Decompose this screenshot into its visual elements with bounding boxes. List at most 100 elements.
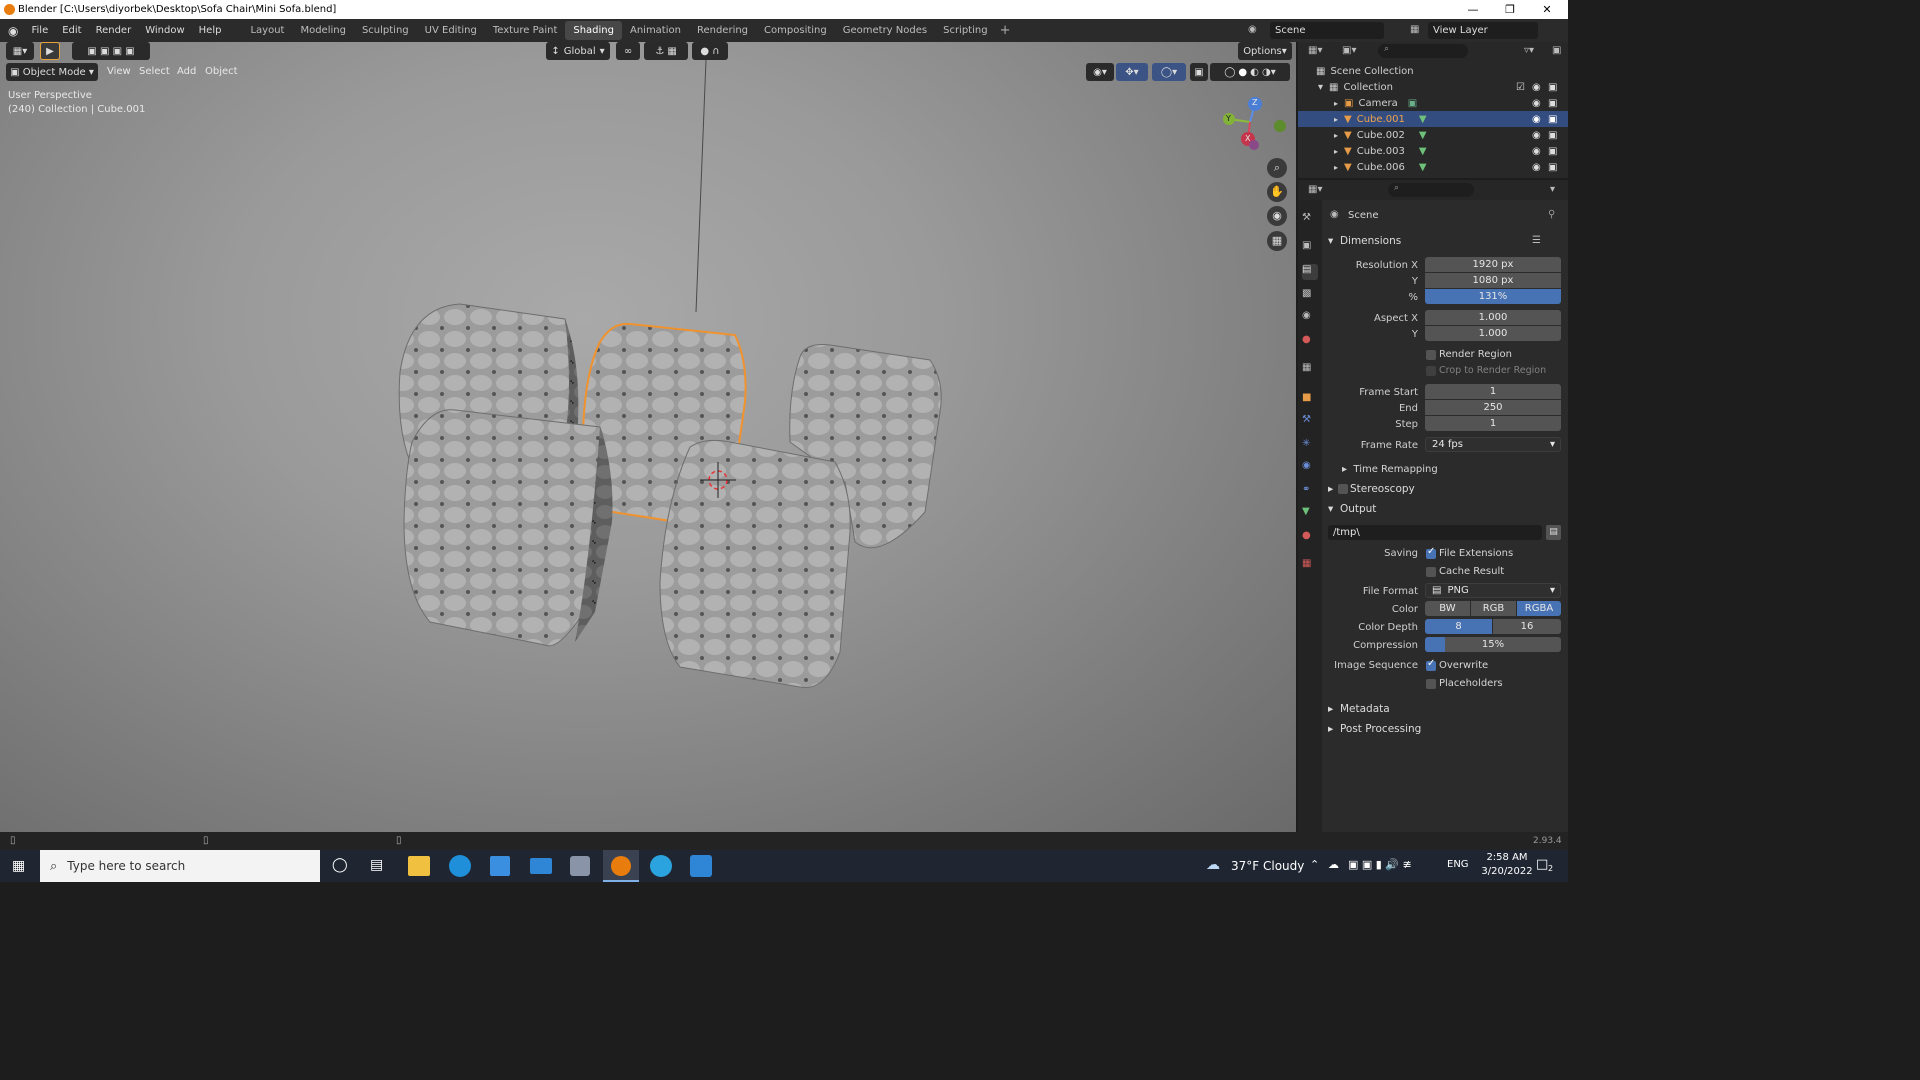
file-extensions-checkbox[interactable] bbox=[1426, 546, 1436, 559]
depth-16-button[interactable]: 16 bbox=[1493, 619, 1561, 634]
aspect-y-field[interactable]: 1.000 bbox=[1425, 326, 1561, 341]
visibility-eye-icon[interactable]: ◉ bbox=[1532, 146, 1541, 157]
app-icon[interactable] bbox=[570, 856, 590, 876]
onedrive-icon[interactable]: ☁ bbox=[1328, 858, 1339, 871]
tab-rendering[interactable]: Rendering bbox=[689, 21, 756, 40]
dimensions-header[interactable]: ▾ Dimensions bbox=[1328, 235, 1401, 247]
placeholders-checkbox[interactable] bbox=[1426, 679, 1436, 689]
outliner-collection[interactable]: ▾ ▦ Collection ☑ ◉ ▣ bbox=[1298, 79, 1568, 95]
menu-render[interactable]: Render bbox=[89, 25, 139, 36]
expand-arrow-icon[interactable]: ▸ bbox=[1334, 131, 1338, 140]
render-camera-icon[interactable]: ▣ bbox=[1548, 98, 1557, 109]
outliner-editor-icon[interactable]: ▦▾ bbox=[1308, 45, 1322, 56]
output-tab-icon[interactable]: ▤ bbox=[1302, 264, 1318, 280]
color-rgb-button[interactable]: RGB bbox=[1471, 601, 1516, 616]
physics-tab-icon[interactable]: ◉ bbox=[1302, 460, 1318, 476]
taskbar-search-box[interactable]: ⌕ Type here to search bbox=[40, 850, 320, 882]
color-bw-button[interactable]: BW bbox=[1425, 601, 1470, 616]
visibility-dropdown[interactable]: ◉▾ bbox=[1086, 63, 1114, 81]
outliner-scene-collection[interactable]: ▦ Scene Collection bbox=[1298, 63, 1568, 79]
object-mode-dropdown[interactable]: ▣ Object Mode ▾ bbox=[6, 63, 98, 81]
minimize-button[interactable]: — bbox=[1454, 0, 1492, 19]
exclude-checkbox[interactable]: ☑ bbox=[1516, 82, 1525, 93]
clock-time[interactable]: 2:58 AM bbox=[1482, 852, 1532, 863]
store-icon[interactable] bbox=[490, 856, 510, 876]
options-dropdown[interactable]: Options ▾ bbox=[1238, 42, 1292, 60]
blender-taskbar-icon[interactable] bbox=[603, 850, 639, 882]
post-processing-header[interactable]: ▸ Post Processing bbox=[1328, 723, 1421, 735]
telegram-icon[interactable] bbox=[650, 855, 672, 877]
close-button[interactable]: ✕ bbox=[1528, 0, 1566, 19]
ortho-grid-icon[interactable]: ▦ bbox=[1267, 231, 1287, 251]
add-workspace-icon[interactable]: + bbox=[1000, 23, 1011, 38]
outliner-item-camera[interactable]: ▸ ▣ Camera ▣ ◉ ▣ bbox=[1298, 95, 1568, 111]
filter-icon[interactable]: ▿▾ bbox=[1524, 45, 1534, 56]
3d-viewport[interactable]: Z Y X User Perspective (240) Collection … bbox=[0, 42, 1296, 832]
expand-arrow-icon[interactable]: ▸ bbox=[1334, 147, 1338, 156]
outliner-item-cube-002[interactable]: ▸ ▼ Cube.002 ▼ ◉ ▣ bbox=[1298, 127, 1568, 143]
pin-icon[interactable]: ⚲ bbox=[1548, 209, 1555, 220]
proportional-icon[interactable]: ● ∩ bbox=[692, 42, 728, 60]
menu-view[interactable]: View bbox=[107, 66, 131, 77]
language-label[interactable]: ENG bbox=[1447, 859, 1469, 870]
file-format-dropdown[interactable]: ▤ PNG ▾ bbox=[1425, 583, 1561, 598]
menu-object[interactable]: Object bbox=[205, 66, 238, 77]
metadata-header[interactable]: ▸ Metadata bbox=[1328, 703, 1390, 715]
xray-icon[interactable]: ▣ bbox=[1190, 63, 1208, 81]
depth-8-button[interactable]: 8 bbox=[1425, 619, 1492, 634]
chevron-up-icon[interactable]: ⌃ bbox=[1310, 858, 1319, 871]
properties-options-icon[interactable]: ▾ bbox=[1550, 184, 1555, 195]
transform-orientation-dropdown[interactable]: ↕ Global ▾ bbox=[546, 42, 610, 60]
cube-002[interactable] bbox=[403, 409, 613, 647]
modifier-tab-icon[interactable]: ⚒ bbox=[1302, 414, 1318, 430]
notification-icon[interactable]: □ bbox=[1536, 857, 1548, 872]
file-explorer-icon[interactable] bbox=[408, 856, 430, 876]
scene-field[interactable]: Scene bbox=[1270, 22, 1384, 39]
particles-tab-icon[interactable]: ✳ bbox=[1302, 438, 1318, 454]
menu-edit[interactable]: Edit bbox=[55, 25, 88, 36]
expand-arrow-icon[interactable]: ▸ bbox=[1334, 163, 1338, 172]
editor-type-button[interactable]: ▦▾ bbox=[6, 42, 34, 60]
data-tab-icon[interactable]: ▼ bbox=[1302, 506, 1318, 522]
expand-arrow-icon[interactable]: ▾ bbox=[1318, 82, 1323, 93]
tool-tab-icon[interactable]: ⚒ bbox=[1302, 212, 1318, 228]
render-camera-icon[interactable]: ▣ bbox=[1548, 114, 1557, 125]
properties-editor-icon[interactable]: ▦▾ bbox=[1308, 184, 1322, 195]
edge-icon[interactable] bbox=[449, 855, 471, 877]
select-tool-icon[interactable]: ▶ bbox=[40, 42, 60, 60]
time-remapping-header[interactable]: ▸ Time Remapping bbox=[1342, 464, 1438, 475]
frame-step-field[interactable]: 1 bbox=[1425, 416, 1561, 431]
overlay-toggle-icon[interactable]: ◯▾ bbox=[1152, 63, 1186, 81]
frame-rate-dropdown[interactable]: 24 fps ▾ bbox=[1425, 437, 1561, 452]
resolution-x-field[interactable]: 1920 px bbox=[1425, 257, 1561, 272]
tab-shading[interactable]: Shading bbox=[565, 21, 622, 40]
zoom-icon[interactable]: ⌕ bbox=[1267, 158, 1287, 178]
snap-icon[interactable]: ⚓ ▦ bbox=[644, 42, 688, 60]
aspect-x-field[interactable]: 1.000 bbox=[1425, 310, 1561, 325]
tab-animation[interactable]: Animation bbox=[622, 21, 689, 40]
output-header[interactable]: ▾ Output bbox=[1328, 503, 1376, 515]
expand-arrow-icon[interactable]: ▸ bbox=[1334, 99, 1338, 108]
view-layer-tab-icon[interactable]: ▩ bbox=[1302, 288, 1318, 304]
task-view-icon[interactable]: ▤ bbox=[370, 857, 383, 873]
visibility-eye-icon[interactable]: ◉ bbox=[1532, 162, 1541, 173]
output-path-input[interactable]: /tmp\ bbox=[1328, 525, 1542, 540]
tab-texture-paint[interactable]: Texture Paint bbox=[485, 21, 566, 40]
crop-checkbox[interactable] bbox=[1426, 366, 1436, 376]
maximize-button[interactable]: ❐ bbox=[1491, 0, 1529, 19]
visibility-eye-icon[interactable]: ◉ bbox=[1532, 98, 1541, 109]
shading-modes-icons[interactable]: ◯ ● ◐ ◑▾ bbox=[1210, 63, 1290, 81]
frame-start-field[interactable]: 1 bbox=[1425, 384, 1561, 399]
pivot-icon[interactable]: ∞ bbox=[616, 42, 640, 60]
scene-selector-icon[interactable]: ◉ bbox=[1248, 24, 1257, 35]
gizmo-toggle-icon[interactable]: ✥▾ bbox=[1116, 63, 1148, 81]
view-layer-field[interactable]: View Layer bbox=[1428, 22, 1538, 39]
visibility-eye-icon[interactable]: ◉ bbox=[1532, 82, 1541, 93]
world-tab-icon[interactable]: ● bbox=[1302, 334, 1318, 350]
constraints-tab-icon[interactable]: ⚭ bbox=[1302, 484, 1318, 500]
camera-view-icon[interactable]: ◉ bbox=[1267, 206, 1287, 226]
tab-layout[interactable]: Layout bbox=[242, 21, 292, 40]
frame-end-field[interactable]: 250 bbox=[1425, 400, 1561, 415]
blender-menu-icon[interactable]: ◉ bbox=[8, 24, 18, 38]
clock-date[interactable]: 3/20/2022 bbox=[1478, 866, 1536, 877]
